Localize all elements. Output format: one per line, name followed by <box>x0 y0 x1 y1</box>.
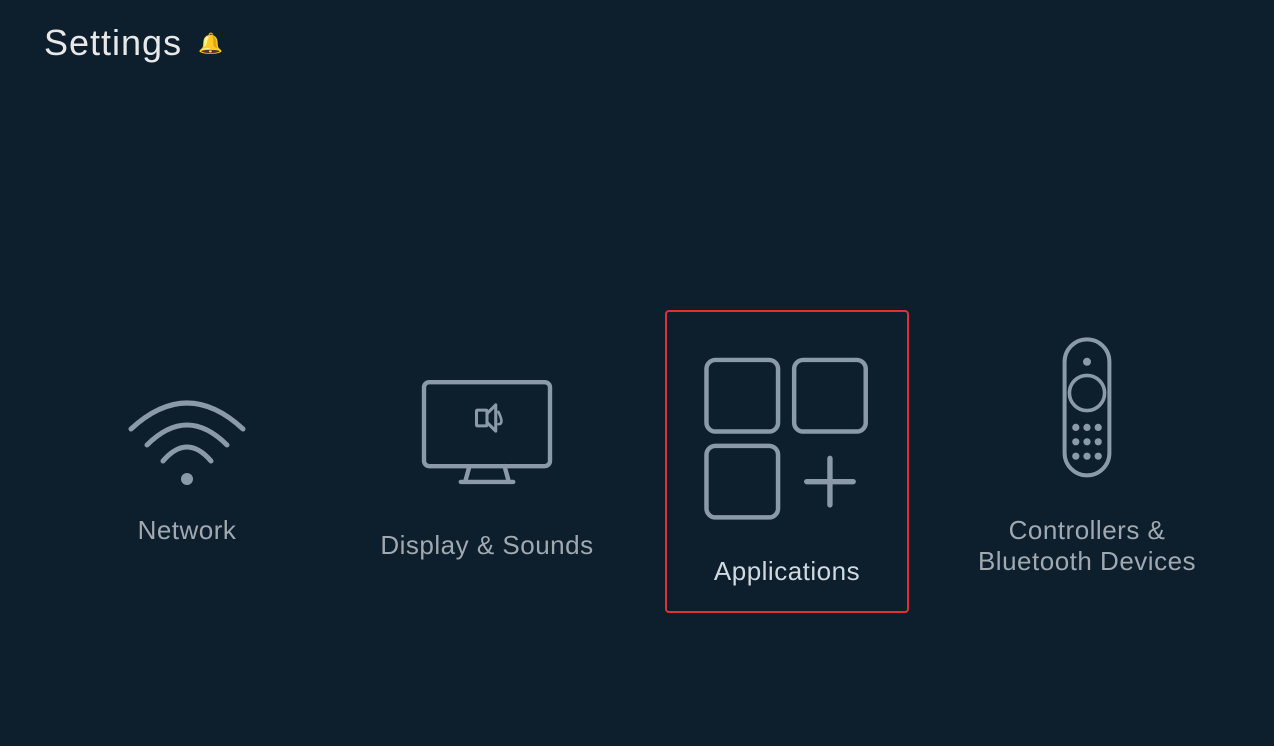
settings-items-row: Network Display & Sounds <box>0 310 1274 613</box>
title-text: Settings <box>44 22 182 64</box>
applications-selected-box: Applications <box>665 310 909 613</box>
display-sounds-label: Display & Sounds <box>380 530 593 561</box>
page-title: Settings 🔔 <box>44 22 224 64</box>
settings-item-display-sounds[interactable]: Display & Sounds <box>377 362 597 561</box>
settings-item-controllers-bluetooth[interactable]: Controllers & Bluetooth Devices <box>977 347 1197 577</box>
network-label: Network <box>138 515 237 546</box>
applications-label: Applications <box>714 556 860 587</box>
settings-item-applications[interactable]: Applications <box>677 310 897 613</box>
network-icon <box>117 377 257 487</box>
settings-item-network[interactable]: Network <box>77 377 297 546</box>
display-sounds-icon <box>407 362 567 502</box>
applications-icon <box>687 336 887 536</box>
bell-icon: 🔔 <box>198 31 224 56</box>
controllers-bluetooth-icon <box>1007 347 1167 487</box>
controllers-bluetooth-label: Controllers & Bluetooth Devices <box>978 515 1196 577</box>
